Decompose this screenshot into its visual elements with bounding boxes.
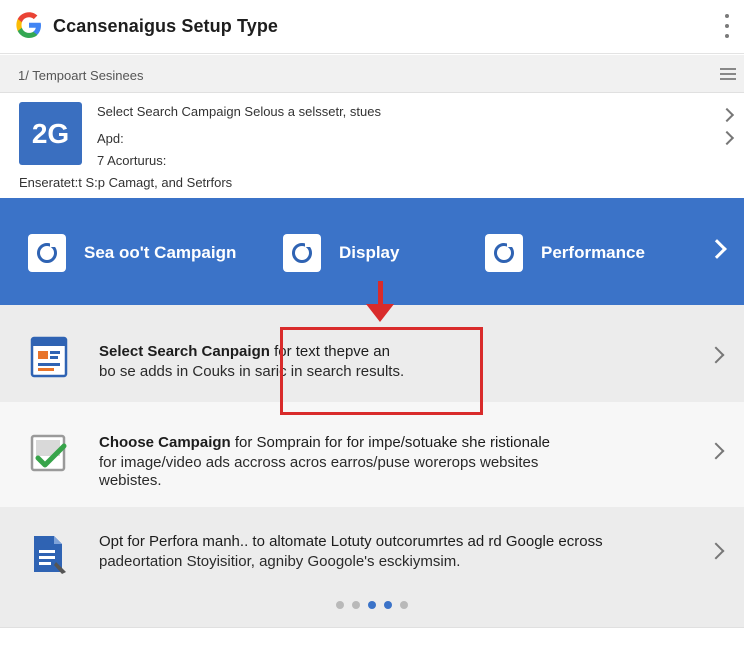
type-label: Display — [339, 243, 400, 262]
type-label: Performance — [541, 243, 645, 262]
steps-bar: 1/ Tempoart Sesinees — [0, 55, 744, 93]
option-title-rest: for Somprain for for impe/sotuake she ri… — [230, 434, 551, 451]
pagination-dots — [336, 601, 408, 609]
hamburger-line — [720, 78, 736, 80]
kebab-dot — [725, 24, 729, 28]
kebab-dot — [725, 14, 729, 18]
option-title: Choose Campaign for Somprain for for imp… — [99, 434, 550, 451]
option-title-bold: Select Search Canpaign — [99, 343, 270, 360]
pagination-dot[interactable] — [352, 601, 360, 609]
option-title-bold: Choose Campaign — [99, 434, 231, 451]
hamburger-line — [720, 68, 736, 70]
annotation-highlight-box — [280, 327, 483, 415]
option-description: padeortation Stoyisitior, agniby Googole… — [99, 553, 461, 570]
pagination-dot[interactable] — [400, 601, 408, 609]
target-icon — [283, 234, 321, 272]
option-description: for image/video ads accross acros earros… — [99, 454, 539, 471]
page-title: Ccansenaigus Setup Type — [53, 16, 279, 36]
performance-document-icon — [34, 536, 66, 574]
account-line-3: 7 Acorturus: — [97, 153, 167, 168]
account-line-1: Select Search Campaign Selous a selssetr… — [97, 104, 381, 119]
display-checkmark-icon — [30, 434, 67, 472]
footer — [0, 627, 744, 650]
search-campaign-icon — [30, 336, 68, 378]
kebab-menu-icon[interactable] — [720, 12, 734, 40]
option-title: Opt for Perfora manh.. to altomate Lotut… — [99, 533, 603, 550]
pagination-dot[interactable] — [336, 601, 344, 609]
app-header: Ccansenaigus Setup Type — [0, 0, 744, 54]
type-search-campaign[interactable]: Sea oo't Campaign — [28, 234, 236, 272]
target-icon — [485, 234, 523, 272]
account-line-4: Enseratet:t S:p Camagt, and Setrfors — [19, 175, 233, 190]
option-title-rest: Opt for Perfora manh.. to altomate Lotut… — [99, 533, 603, 550]
target-icon — [28, 234, 66, 272]
account-logo: 2G — [19, 102, 82, 165]
pagination-dot-active[interactable] — [384, 601, 392, 609]
hamburger-icon[interactable] — [720, 68, 736, 80]
type-display[interactable]: Display — [283, 234, 399, 272]
type-label: Sea oo't Campaign — [84, 243, 237, 262]
type-performance[interactable]: Performance — [485, 234, 645, 272]
hamburger-line — [720, 73, 736, 75]
kebab-dot — [725, 34, 729, 38]
option-description: webistes. — [99, 472, 162, 489]
account-line-2: Apd: — [97, 131, 124, 146]
pagination-dot-active[interactable] — [368, 601, 376, 609]
step-indicator: 1/ Tempoart Sesinees — [18, 68, 144, 83]
google-logo-icon — [16, 12, 41, 38]
arrow-down-icon — [366, 304, 394, 322]
